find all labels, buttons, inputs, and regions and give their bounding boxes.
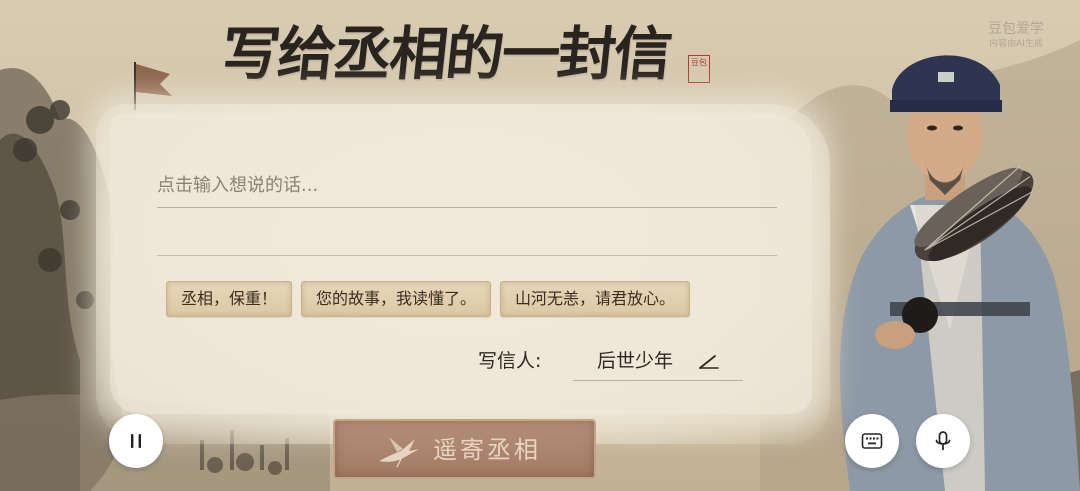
letter-screen: 写给丞相的一封信 豆包 豆包爱学 内容由AI生成 点击输入想说的话... 丞相，… [0, 0, 1080, 491]
suggestion-chip[interactable]: 丞相，保重！ [166, 281, 293, 317]
send-letter-button[interactable]: 遥寄丞相 [333, 419, 596, 479]
microphone-button[interactable] [916, 414, 970, 468]
writer-name-value: 后世少年 [597, 350, 674, 372]
letter-paper [96, 104, 830, 444]
suggestion-chip[interactable]: 您的故事，我读懂了。 [301, 281, 492, 317]
keyboard-button[interactable] [845, 414, 899, 468]
microphone-icon [935, 431, 951, 451]
writer-label: 写信人: [478, 350, 542, 372]
crane-icon [379, 437, 419, 468]
pencil-icon[interactable] [697, 352, 721, 372]
pause-button[interactable] [109, 414, 163, 468]
message-input-rule [157, 255, 777, 256]
ai-watermark: 豆包爱学 内容由AI生成 [976, 20, 1056, 50]
writer-name-field[interactable]: 后世少年 [573, 344, 743, 381]
watermark-note: 内容由AI生成 [989, 39, 1043, 49]
send-button-label: 遥寄丞相 [433, 436, 541, 464]
keyboard-icon [861, 433, 883, 449]
watermark-brand: 豆包爱学 [988, 21, 1044, 37]
suggestion-chip[interactable]: 山河无恙，请君放心。 [500, 281, 691, 317]
red-seal-stamp: 豆包 [688, 55, 710, 83]
page-title: 写给丞相的一封信 [218, 20, 674, 88]
message-input[interactable]: 点击输入想说的话... [157, 169, 777, 208]
suggestion-chips: 丞相，保重！ 您的故事，我读懂了。 山河无恙，请君放心。 [166, 281, 691, 317]
pause-icon [131, 434, 141, 448]
